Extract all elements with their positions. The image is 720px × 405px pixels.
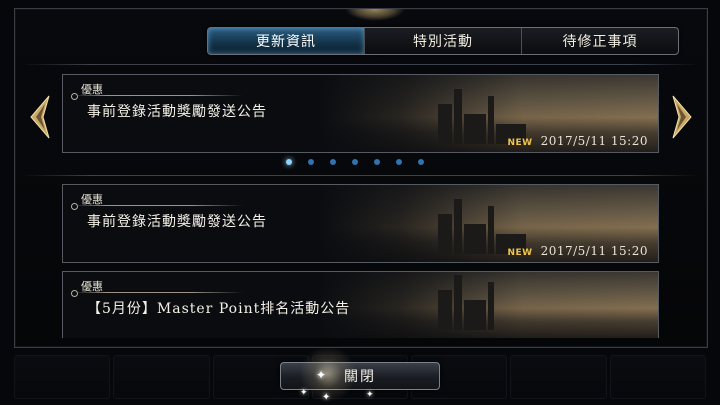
nav-slot: [14, 355, 111, 399]
sparkle-icon: ✦: [366, 390, 374, 400]
page-dot[interactable]: [352, 159, 358, 165]
card-date: 2017/5/11 15:20: [540, 134, 648, 148]
card-date: 2017/5/11 15:20: [540, 244, 648, 258]
page-dot[interactable]: [396, 159, 402, 165]
news-list-item[interactable]: 優惠 【5月份】Master Point排名活動公告: [62, 271, 659, 338]
page-dot[interactable]: [330, 159, 336, 165]
card-tag: 優惠: [81, 83, 103, 96]
card-title: 【5月份】Master Point排名活動公告: [87, 301, 351, 317]
page-dot[interactable]: [308, 159, 314, 165]
nav-slot: [609, 355, 706, 399]
nav-slot: [510, 355, 607, 399]
page-dot[interactable]: [374, 159, 380, 165]
card-tag: 優惠: [81, 193, 103, 206]
card-title: 事前登錄活動獎勵發送公告: [87, 104, 267, 120]
carousel-card[interactable]: 優惠 事前登錄活動獎勵發送公告 NEW 2017/5/11 15:20: [62, 74, 659, 153]
tab-special-events[interactable]: 特別活動: [365, 28, 522, 54]
new-badge: NEW: [507, 248, 533, 258]
sparkle-icon: ✦: [300, 388, 308, 398]
tab-updates[interactable]: 更新資訊: [208, 28, 365, 54]
sparkle-icon: ✦: [322, 392, 331, 403]
carousel-pagination: [286, 159, 424, 165]
card-meta: NEW 2017/5/11 15:20: [507, 134, 648, 148]
previous-arrow-icon[interactable]: [29, 94, 51, 140]
page-dot[interactable]: [418, 159, 424, 165]
castle-banner-image: [318, 272, 658, 338]
divider: [22, 64, 698, 65]
next-arrow-icon[interactable]: [671, 94, 693, 140]
news-list-item[interactable]: 優惠 事前登錄活動獎勵發送公告 NEW 2017/5/11 15:20: [62, 184, 659, 263]
nav-slot: [113, 355, 210, 399]
sparkle-icon: ✦: [316, 368, 327, 382]
tab-known-issues[interactable]: 待修正事項: [522, 28, 678, 54]
card-title: 事前登錄活動獎勵發送公告: [87, 214, 267, 230]
card-meta: NEW 2017/5/11 15:20: [507, 244, 648, 258]
frame-ornament: [345, 9, 405, 21]
divider: [22, 175, 698, 176]
page-dot[interactable]: [286, 159, 292, 165]
card-tag: 優惠: [81, 280, 103, 293]
new-badge: NEW: [507, 138, 533, 148]
tab-bar: 更新資訊 特別活動 待修正事項: [207, 27, 679, 55]
